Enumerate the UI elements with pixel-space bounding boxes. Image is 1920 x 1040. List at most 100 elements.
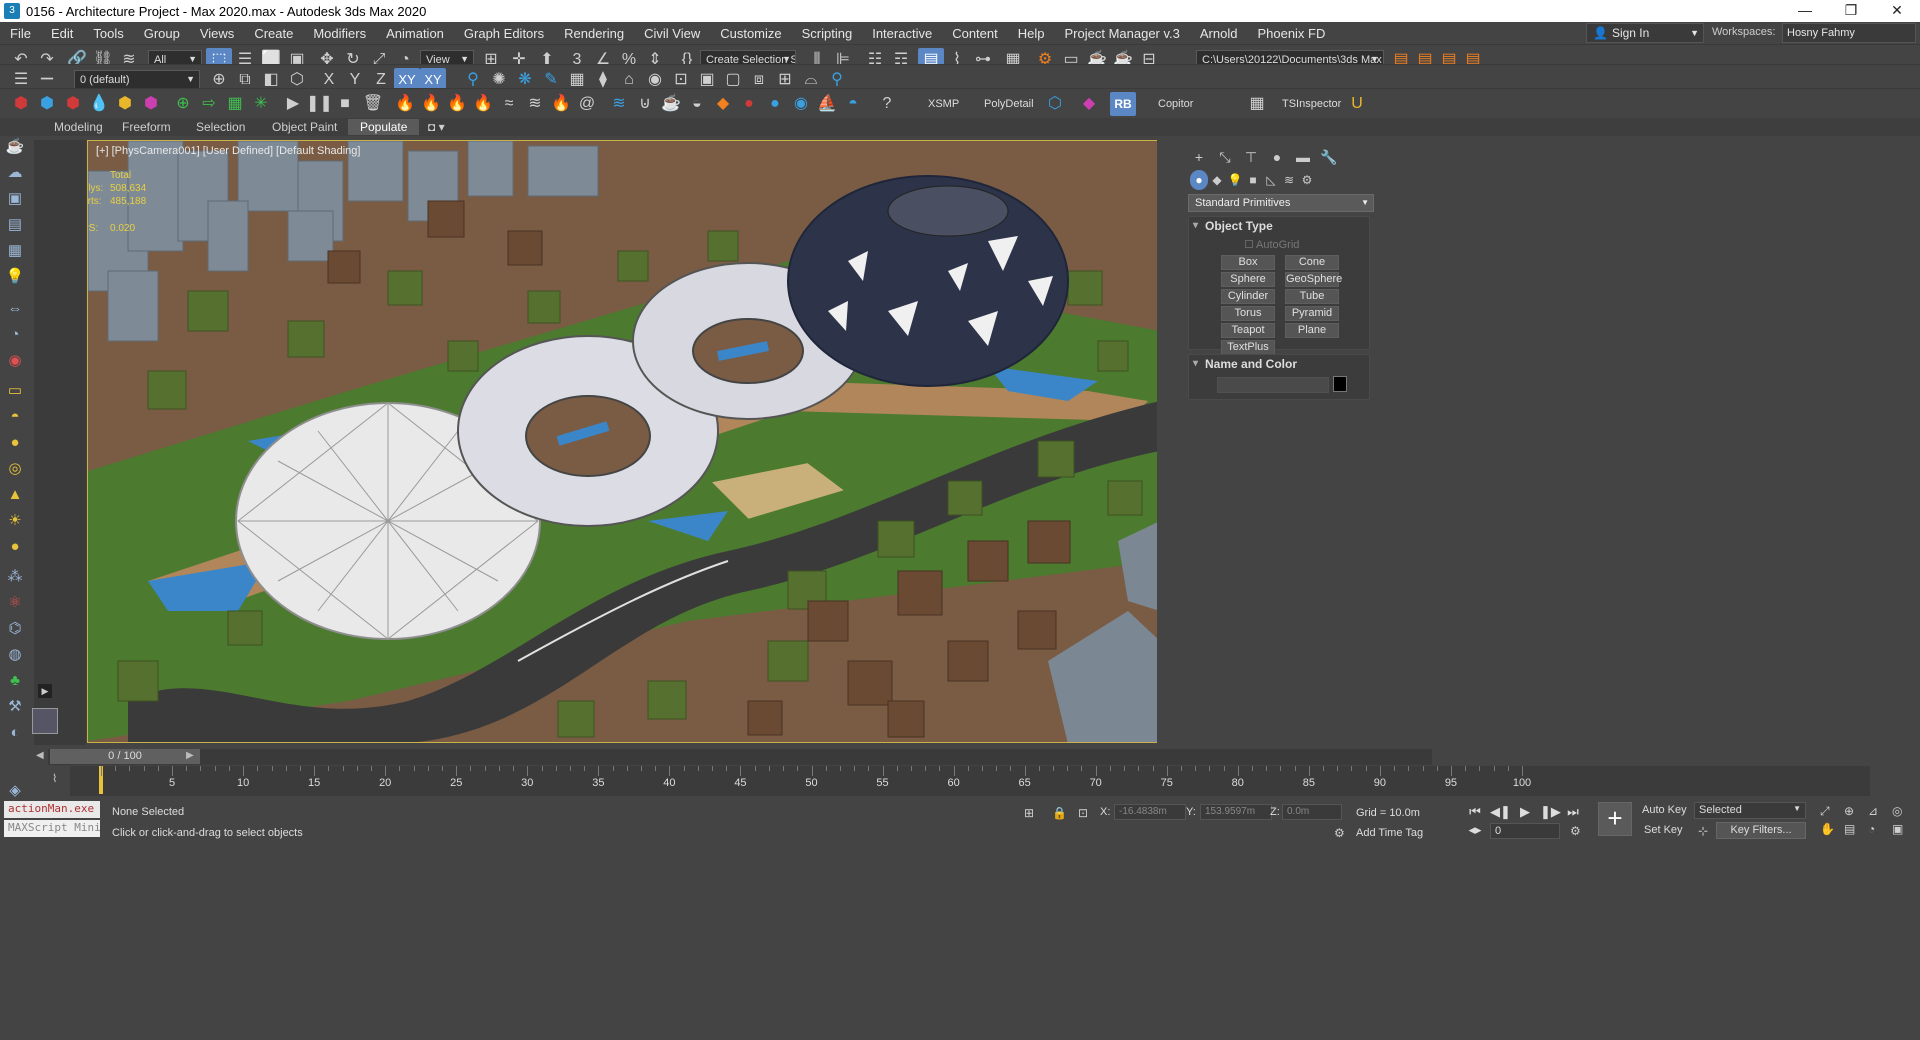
bowl-icon[interactable]: ◒ xyxy=(684,92,710,116)
fire-grid-icon[interactable]: 🔥 xyxy=(418,92,444,116)
cylinder-button[interactable]: Cylinder xyxy=(1221,289,1275,304)
ocean-icon[interactable]: ≋ xyxy=(606,92,632,116)
layout-icon[interactable]: ▦ xyxy=(4,240,26,262)
menu-rendering[interactable]: Rendering xyxy=(554,26,634,41)
copitor-button[interactable]: Copitor xyxy=(1158,98,1193,110)
maximize-button[interactable]: ❐ xyxy=(1828,0,1874,22)
green-ring-icon[interactable]: ⊕ xyxy=(170,92,196,116)
maxscript-mini-line[interactable]: MAXScript Mini xyxy=(4,820,100,837)
next-frame-arrow-icon[interactable]: ▶ xyxy=(186,750,194,761)
vortex-icon[interactable]: @ xyxy=(574,92,600,116)
green-grid-icon[interactable]: ▦ xyxy=(222,92,248,116)
polydetail-button[interactable]: PolyDetail xyxy=(984,98,1034,110)
plugin-cube-icon[interactable]: ⬡ xyxy=(1042,92,1068,116)
modify-tab-icon[interactable]: ⤡ xyxy=(1214,146,1236,168)
isolate-icon[interactable]: ⊞ xyxy=(1024,806,1034,820)
molecule-icon[interactable]: ⚛ xyxy=(4,592,26,614)
z-coord-field[interactable]: 0.0m xyxy=(1282,804,1342,820)
systems-icon[interactable]: ⚙ xyxy=(1298,170,1316,190)
box-button[interactable]: Box xyxy=(1221,255,1275,270)
liquid-icon[interactable]: ≈ xyxy=(496,92,522,116)
plane-button[interactable]: Plane xyxy=(1285,323,1339,338)
shapes-icon[interactable]: ◆ xyxy=(1208,170,1226,190)
plugin-u-icon[interactable]: U xyxy=(1344,92,1370,116)
cone-icon[interactable]: ▲ xyxy=(4,484,26,506)
fire-particles-icon[interactable]: 🔥 xyxy=(444,92,470,116)
object-name-field[interactable] xyxy=(1217,377,1329,393)
tube-button[interactable]: Tube xyxy=(1285,289,1339,304)
sign-in-button[interactable]: 👤 Sign In ▼ xyxy=(1586,23,1704,43)
play-icon[interactable]: ▶ xyxy=(1516,804,1534,820)
maxscript-listener-line[interactable]: actionMan.exe xyxy=(4,801,100,818)
tab-modeling[interactable]: Modeling xyxy=(42,119,115,135)
menu-create[interactable]: Create xyxy=(244,26,303,41)
track-bar-icon[interactable]: ⌇ xyxy=(52,772,57,785)
textplus-button[interactable]: TextPlus xyxy=(1221,340,1275,355)
next-key-icon[interactable]: ❚▶ xyxy=(1540,804,1561,820)
x-coord-field[interactable]: -16.4838m xyxy=(1114,804,1186,820)
disc-icon[interactable]: ● xyxy=(4,536,26,558)
auto-key-button[interactable]: Auto Key xyxy=(1642,804,1687,816)
maximize-viewport-icon[interactable]: ▣ xyxy=(1892,822,1903,836)
workspace-select[interactable]: Hosny Fahmy xyxy=(1782,23,1916,43)
track-bar[interactable]: ⌇ 5 10 15 20 25 30 35 40 45 50 55 60 65 70 75 80 85 90 95 1… xyxy=(52,766,1870,796)
document-icon[interactable]: ▤ xyxy=(4,214,26,236)
camera-icon[interactable]: ◉ xyxy=(4,350,26,372)
close-button[interactable]: ✕ xyxy=(1874,0,1920,22)
ribbon-options-icon[interactable]: ◘ ▾ xyxy=(416,119,457,135)
menu-views[interactable]: Views xyxy=(190,26,244,41)
set-key-large-button[interactable]: + xyxy=(1598,802,1632,836)
plugin-gem-icon[interactable]: ◆ xyxy=(1076,92,1102,116)
sun-light-icon[interactable]: ☀ xyxy=(4,510,26,532)
add-time-tag-button[interactable]: Add Time Tag xyxy=(1356,827,1423,839)
buoyancy-icon[interactable]: ⛵ xyxy=(814,92,840,116)
menu-phoenix-fd[interactable]: Phoenix FD xyxy=(1247,26,1335,41)
time-config-icon[interactable]: ◂▸ xyxy=(1466,822,1484,838)
geometry-icon[interactable]: ● xyxy=(1190,170,1208,190)
key-filters-button[interactable]: Key Filters... xyxy=(1716,822,1806,839)
time-tag-icon[interactable]: ⚙ xyxy=(1334,826,1345,840)
dome-icon[interactable]: ◓ xyxy=(4,406,26,428)
foam-red-icon[interactable]: ● xyxy=(736,92,762,116)
viewport-layout-thumb[interactable] xyxy=(32,708,58,734)
goto-end-icon[interactable]: ⏭ xyxy=(1564,804,1582,820)
globe-icon[interactable]: ◍ xyxy=(4,644,26,666)
glass-icon[interactable]: ⊍ xyxy=(632,92,658,116)
set-key-button[interactable]: Set Key xyxy=(1644,824,1683,836)
motion-tab-icon[interactable]: ● xyxy=(1266,146,1288,168)
key-mode-select[interactable]: Selected ▼ xyxy=(1694,802,1806,819)
rb-button[interactable]: RB xyxy=(1110,92,1136,116)
delete-cache-icon[interactable]: 🗑 xyxy=(360,92,386,116)
autogrid-checkbox[interactable]: AutoGrid xyxy=(1245,239,1299,251)
fire-emitter-icon[interactable]: 🔥 xyxy=(470,92,496,116)
network-icon[interactable]: ⌬ xyxy=(4,618,26,640)
viewport-label[interactable]: [+] [PhysCamera001] [User Defined] [Defa… xyxy=(96,145,360,157)
tsinspector-icon[interactable]: ▦ xyxy=(1244,92,1270,116)
walk-icon[interactable]: ▤ xyxy=(1844,822,1855,836)
help-icon[interactable]: ? xyxy=(874,92,900,116)
menu-group[interactable]: Group xyxy=(134,26,190,41)
wind-icon[interactable]: ≋ xyxy=(522,92,548,116)
object-type-header[interactable]: Object Type xyxy=(1189,217,1369,235)
menu-animation[interactable]: Animation xyxy=(376,26,454,41)
ocean-mesher-icon[interactable]: ◓ xyxy=(840,92,866,116)
stop-sim-icon[interactable]: ■ xyxy=(332,92,358,116)
object-color-swatch[interactable] xyxy=(1333,376,1347,392)
flame-icon[interactable]: 🔥 xyxy=(548,92,574,116)
sphere-icon[interactable]: ● xyxy=(4,432,26,454)
particles-icon[interactable]: ⁂ xyxy=(4,566,26,588)
create-tab-icon[interactable]: + xyxy=(1188,146,1210,168)
torus-icon[interactable]: ◎ xyxy=(4,458,26,480)
cone-button[interactable]: Cone xyxy=(1285,255,1339,270)
torus-button[interactable]: Torus xyxy=(1221,306,1275,321)
display-tab-icon[interactable]: ▬ xyxy=(1292,146,1314,168)
tsinspector-button[interactable]: TSInspector xyxy=(1282,98,1341,110)
prev-key-icon[interactable]: ◀❚ xyxy=(1490,804,1511,820)
tab-object-paint[interactable]: Object Paint xyxy=(260,119,349,135)
shape-cube-icon[interactable]: ⬢ xyxy=(8,92,34,116)
orbit-point-icon[interactable]: ◔ xyxy=(1868,822,1875,836)
viewport-perspective[interactable]: [+] [PhysCamera001] [User Defined] [Defa… xyxy=(87,140,1159,743)
prev-frame-arrow-icon[interactable]: ◀ xyxy=(36,750,44,761)
wave-icon[interactable]: ◉ xyxy=(788,92,814,116)
pause-sim-icon[interactable]: ❚❚ xyxy=(306,92,333,116)
